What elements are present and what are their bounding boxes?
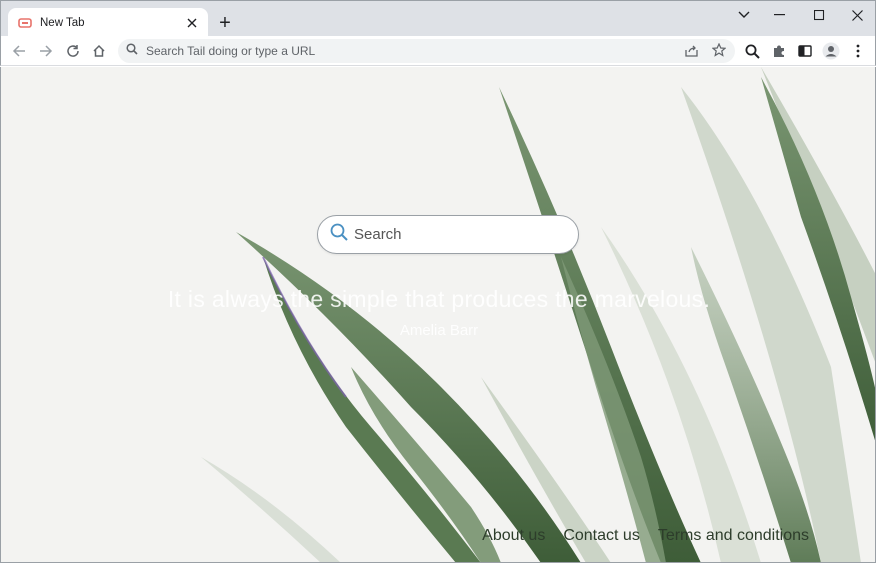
tab-new-tab[interactable]: New Tab xyxy=(8,8,208,38)
address-bar[interactable]: Search Tail doing or type a URL xyxy=(118,39,735,63)
back-arrow-icon[interactable] xyxy=(7,39,31,63)
search-icon xyxy=(330,223,348,246)
tail-logo-icon xyxy=(18,16,32,30)
tab-title: New Tab xyxy=(40,17,85,29)
new-tab-page: Search It is always the simple that prod… xyxy=(0,67,876,563)
footer-link-contact[interactable]: Contact us xyxy=(563,527,639,545)
address-bar-placeholder: Search Tail doing or type a URL xyxy=(146,44,316,58)
side-panel-icon[interactable] xyxy=(793,39,817,63)
reload-icon[interactable] xyxy=(61,39,85,63)
home-icon[interactable] xyxy=(87,39,111,63)
browser-toolbar: Search Tail doing or type a URL xyxy=(0,36,876,66)
footer-link-terms[interactable]: Terms and conditions xyxy=(658,527,809,545)
bookmark-star-icon[interactable] xyxy=(711,42,727,62)
minimize-icon[interactable] xyxy=(761,1,799,29)
profile-avatar-icon[interactable] xyxy=(819,39,843,63)
tab-search-chevron-icon[interactable] xyxy=(725,1,763,29)
forward-arrow-icon[interactable] xyxy=(34,39,58,63)
extensions-puzzle-icon[interactable] xyxy=(767,39,791,63)
maximize-icon[interactable] xyxy=(800,1,838,29)
footer-links: About us Contact us Terms and conditions xyxy=(482,527,809,545)
search-icon[interactable] xyxy=(740,39,764,63)
quote-author: Amelia Barr xyxy=(399,322,479,339)
close-window-icon[interactable] xyxy=(838,1,876,29)
page-search-input[interactable]: Search xyxy=(317,215,579,254)
search-placeholder: Search xyxy=(354,226,402,243)
new-tab-button[interactable]: + xyxy=(213,11,237,35)
background-leaves-image xyxy=(1,67,875,562)
quote-text: It is always the simple that produces th… xyxy=(167,286,711,312)
search-icon xyxy=(126,42,138,60)
title-bar: New Tab + xyxy=(0,0,876,38)
close-tab-icon[interactable] xyxy=(184,15,200,31)
menu-kebab-icon[interactable] xyxy=(846,39,870,63)
footer-link-about[interactable]: About us xyxy=(482,527,545,545)
share-icon[interactable] xyxy=(685,44,699,63)
